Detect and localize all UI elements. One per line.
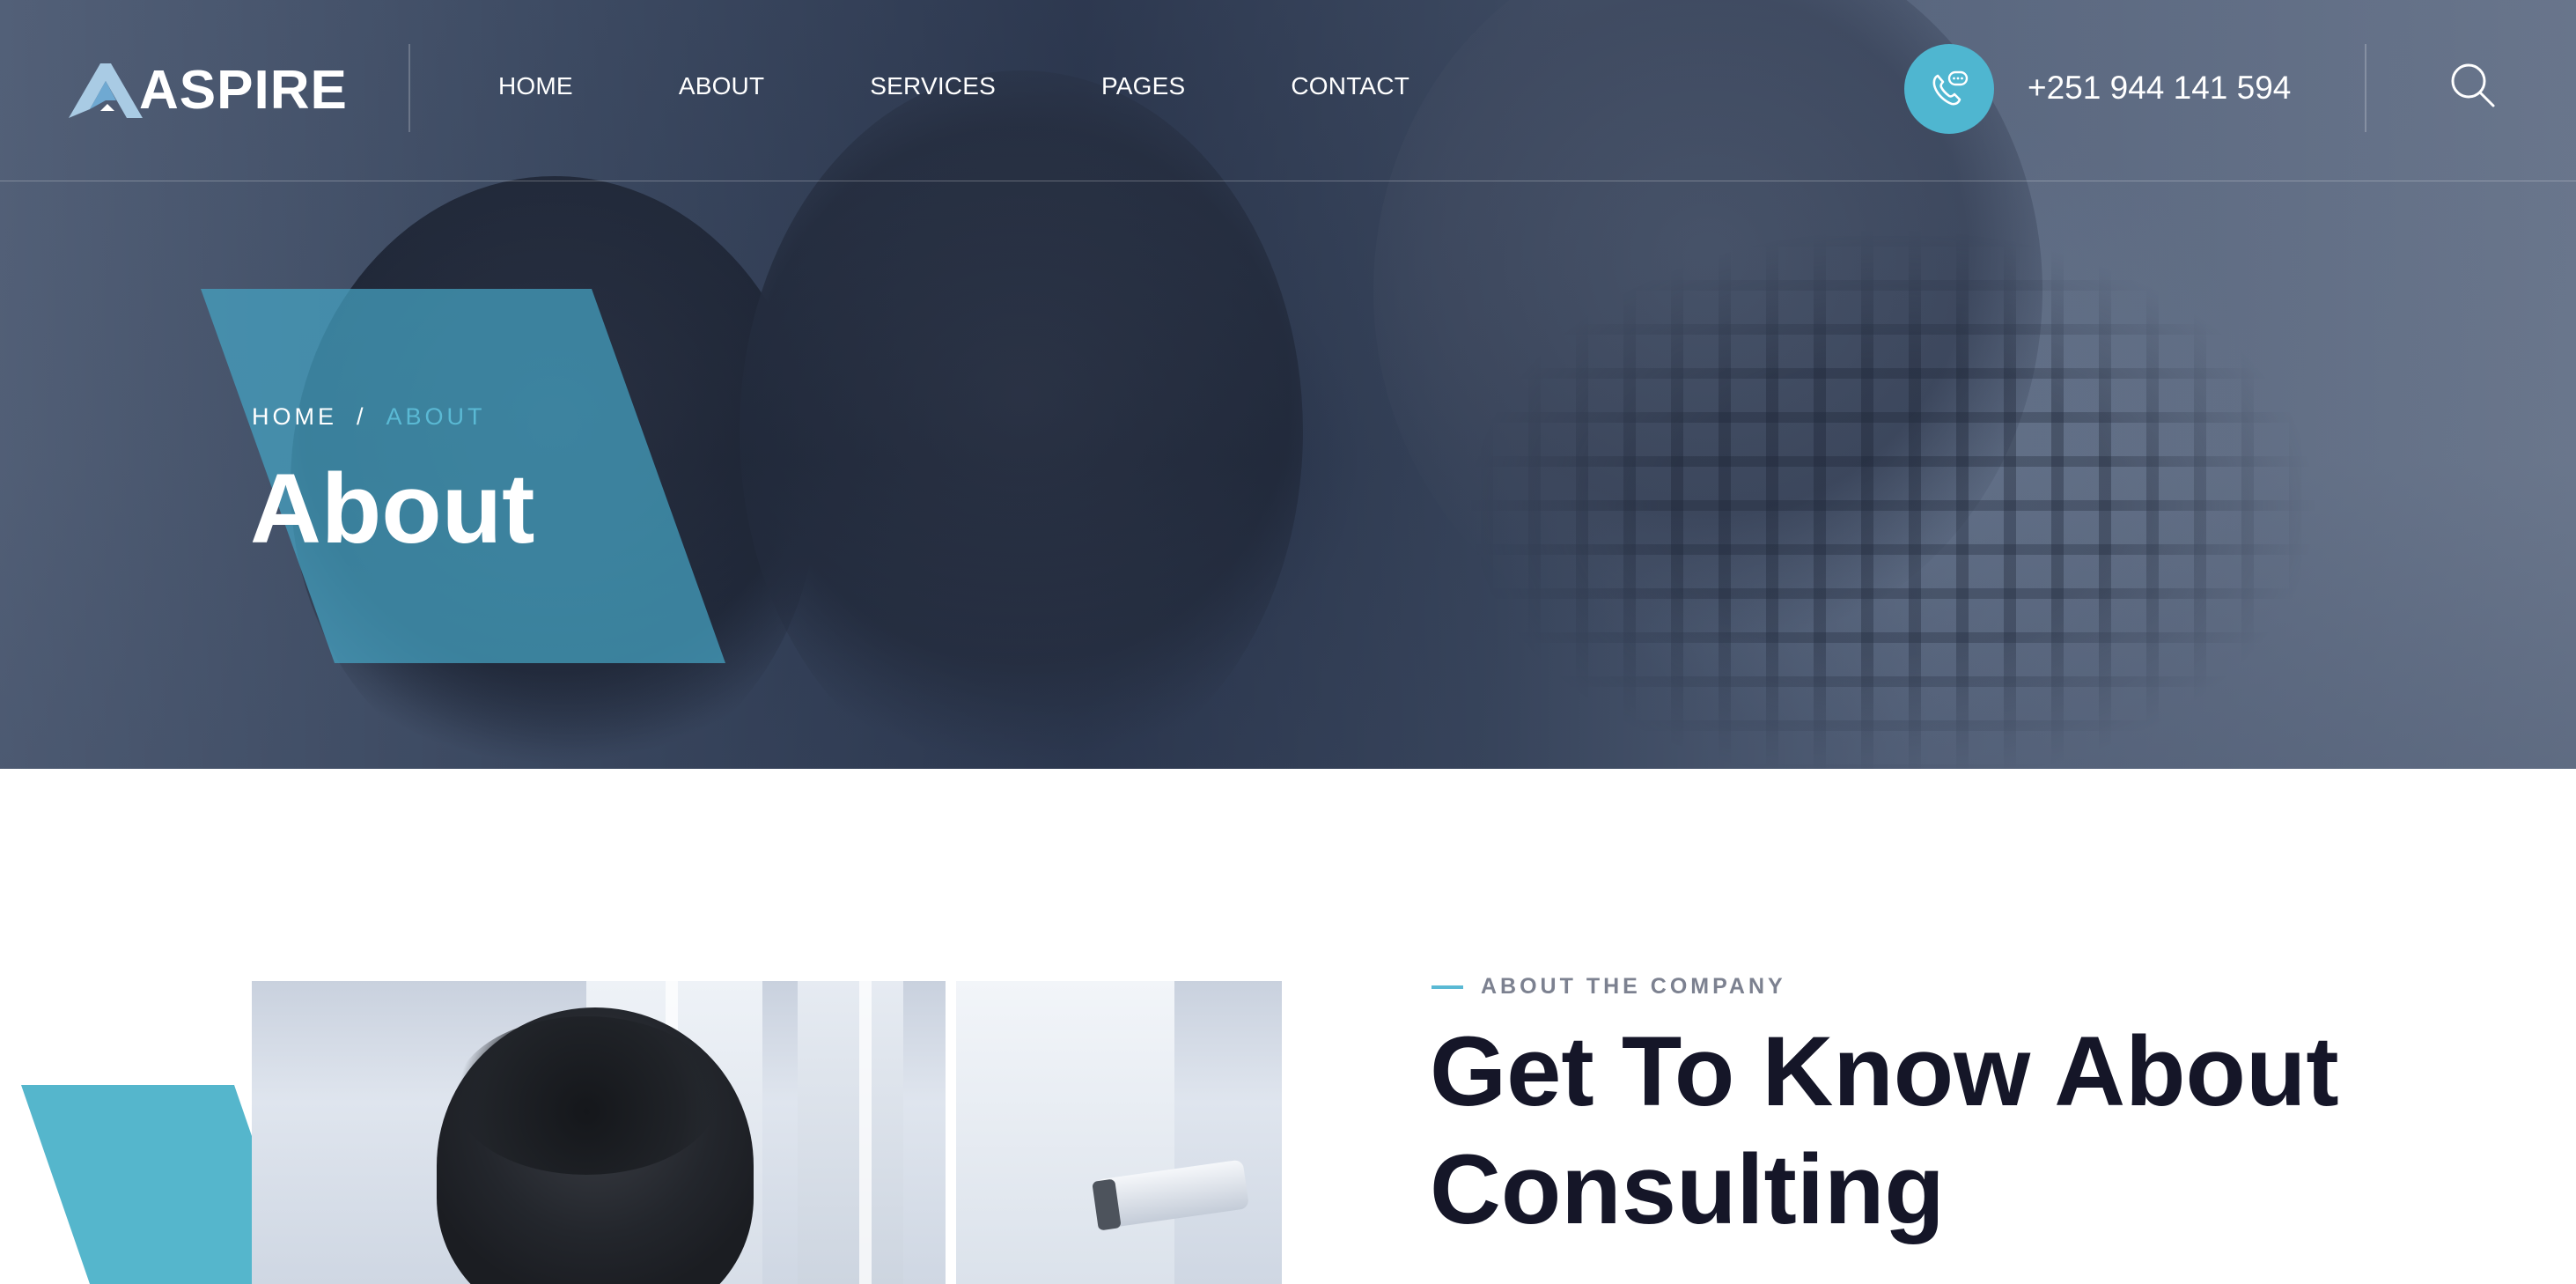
eyebrow-line bbox=[1432, 985, 1463, 989]
about-heading: Get To Know About Consulting bbox=[1430, 1013, 2486, 1249]
about-heading-line2: Consulting bbox=[1430, 1134, 1945, 1244]
search-icon bbox=[2451, 63, 2495, 107]
site-logo[interactable]: ASPIRE bbox=[65, 60, 348, 122]
breadcrumb: HOME / ABOUT bbox=[252, 403, 486, 431]
image-person-hair bbox=[454, 1016, 718, 1175]
phone-call-button[interactable] bbox=[1904, 44, 1994, 134]
site-header: ASPIRE HOME ABOUT SERVICES PAGES CONTACT… bbox=[0, 0, 2576, 181]
header-divider bbox=[408, 44, 410, 132]
nav-home[interactable]: HOME bbox=[498, 69, 573, 104]
header-divider bbox=[2365, 44, 2366, 132]
phone-chat-icon bbox=[1932, 70, 1969, 106]
image-window bbox=[946, 981, 1174, 1284]
about-eyebrow: ABOUT THE COMPANY bbox=[1432, 974, 1786, 1000]
hero-banner: ASPIRE HOME ABOUT SERVICES PAGES CONTACT… bbox=[0, 0, 2576, 769]
nav-pages[interactable]: PAGES bbox=[1101, 69, 1185, 104]
breadcrumb-home[interactable]: HOME bbox=[252, 403, 337, 431]
breadcrumb-current: ABOUT bbox=[386, 403, 486, 430]
nav-contact[interactable]: CONTACT bbox=[1291, 69, 1409, 104]
logo-mark-icon bbox=[69, 63, 143, 118]
main-nav: HOME ABOUT SERVICES PAGES CONTACT bbox=[498, 69, 1515, 104]
logo-wordmark: ASPIRE bbox=[139, 60, 348, 121]
nav-about[interactable]: ABOUT bbox=[679, 69, 764, 104]
about-image bbox=[252, 981, 1282, 1284]
nav-services[interactable]: SERVICES bbox=[870, 69, 996, 104]
image-window bbox=[798, 981, 903, 1284]
eyebrow-text: ABOUT THE COMPANY bbox=[1481, 974, 1786, 999]
image-window-frame bbox=[859, 981, 872, 1284]
header-phone-number[interactable]: +251 944 141 594 bbox=[2028, 67, 2291, 109]
about-heading-line1: Get To Know About bbox=[1430, 1016, 2339, 1126]
breadcrumb-separator: / bbox=[357, 403, 367, 430]
page-title: About bbox=[250, 454, 535, 564]
search-button[interactable] bbox=[2447, 60, 2497, 109]
